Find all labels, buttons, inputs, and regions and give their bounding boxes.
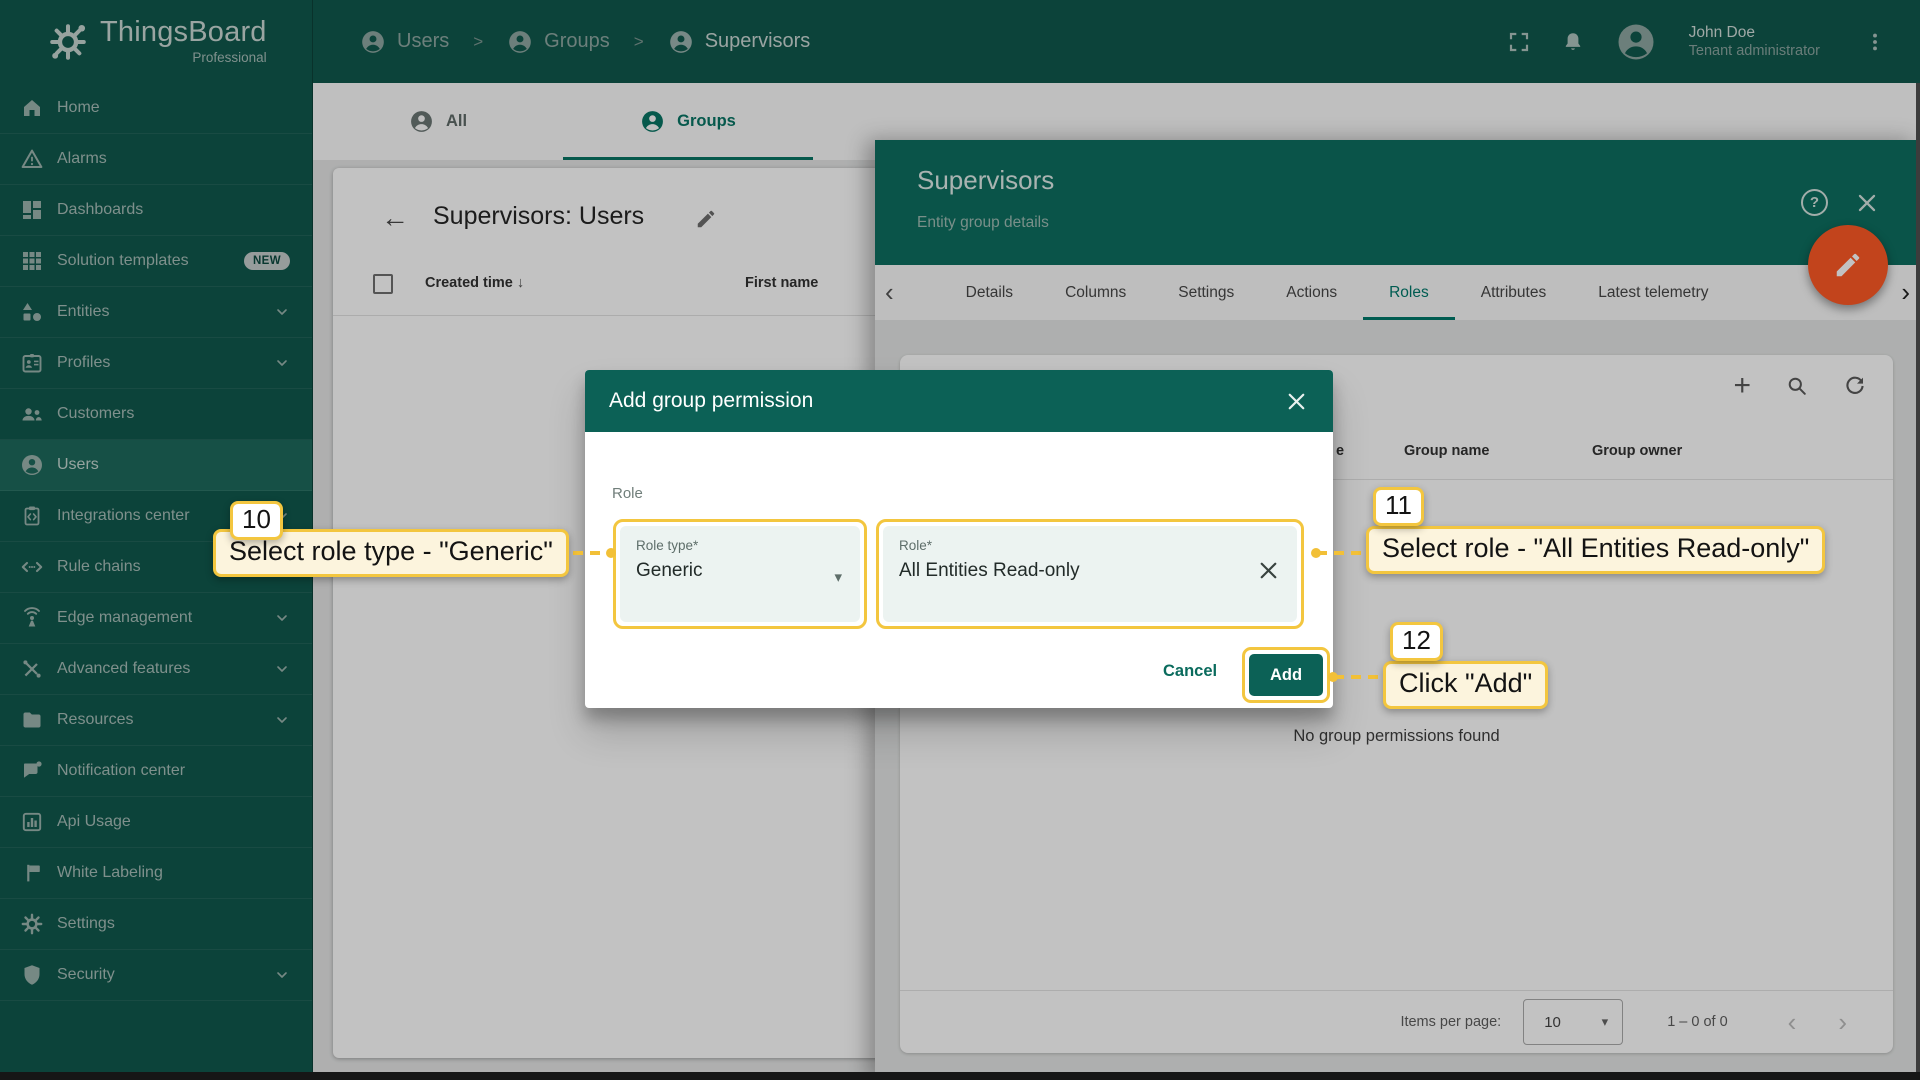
thingsboard-app: ThingsBoard Professional Home Alarms Das…: [0, 0, 1920, 1080]
callout-12-badge: 12: [1390, 622, 1443, 661]
callout-11-connector-dot: [1311, 548, 1321, 558]
role-highlight-ring: Role* All Entities Read-only: [876, 519, 1304, 629]
callout-10-connector-dot: [606, 548, 616, 558]
callout-11-badge: 11: [1373, 487, 1424, 526]
role-type-highlight-ring: Role type* Generic ▾: [613, 519, 867, 629]
dialog-header: Add group permission: [585, 370, 1333, 432]
role-section-label: Role: [612, 485, 643, 502]
role-select[interactable]: Role* All Entities Read-only: [883, 526, 1297, 622]
role-value: All Entities Read-only: [899, 560, 1281, 582]
callout-10-badge: 10: [230, 501, 283, 540]
callout-11-label: Select role - "All Entities Read-only": [1366, 526, 1825, 574]
dropdown-arrow-icon: ▾: [834, 568, 842, 586]
callout-12-connector: [1334, 675, 1382, 679]
callout-11-connector: [1317, 551, 1369, 555]
cancel-button[interactable]: Cancel: [1163, 662, 1217, 681]
role-type-label: Role type*: [636, 538, 844, 553]
role-type-select[interactable]: Role type* Generic ▾: [620, 526, 860, 622]
callout-12-label: Click "Add": [1383, 661, 1548, 709]
callout-12-connector-dot: [1328, 672, 1338, 682]
role-label: Role*: [899, 538, 1281, 553]
add-group-permission-dialog: Add group permission Role Role type* Gen…: [585, 370, 1333, 708]
close-dialog-icon[interactable]: [1284, 389, 1309, 414]
taskbar-strip: [0, 1072, 1920, 1080]
role-type-value: Generic: [636, 560, 844, 582]
add-button-highlight-ring: Add: [1242, 647, 1330, 703]
clear-icon[interactable]: [1256, 558, 1281, 583]
scrollbar-track[interactable]: [1916, 83, 1920, 1072]
dialog-title: Add group permission: [609, 389, 813, 413]
add-button[interactable]: Add: [1249, 654, 1323, 696]
